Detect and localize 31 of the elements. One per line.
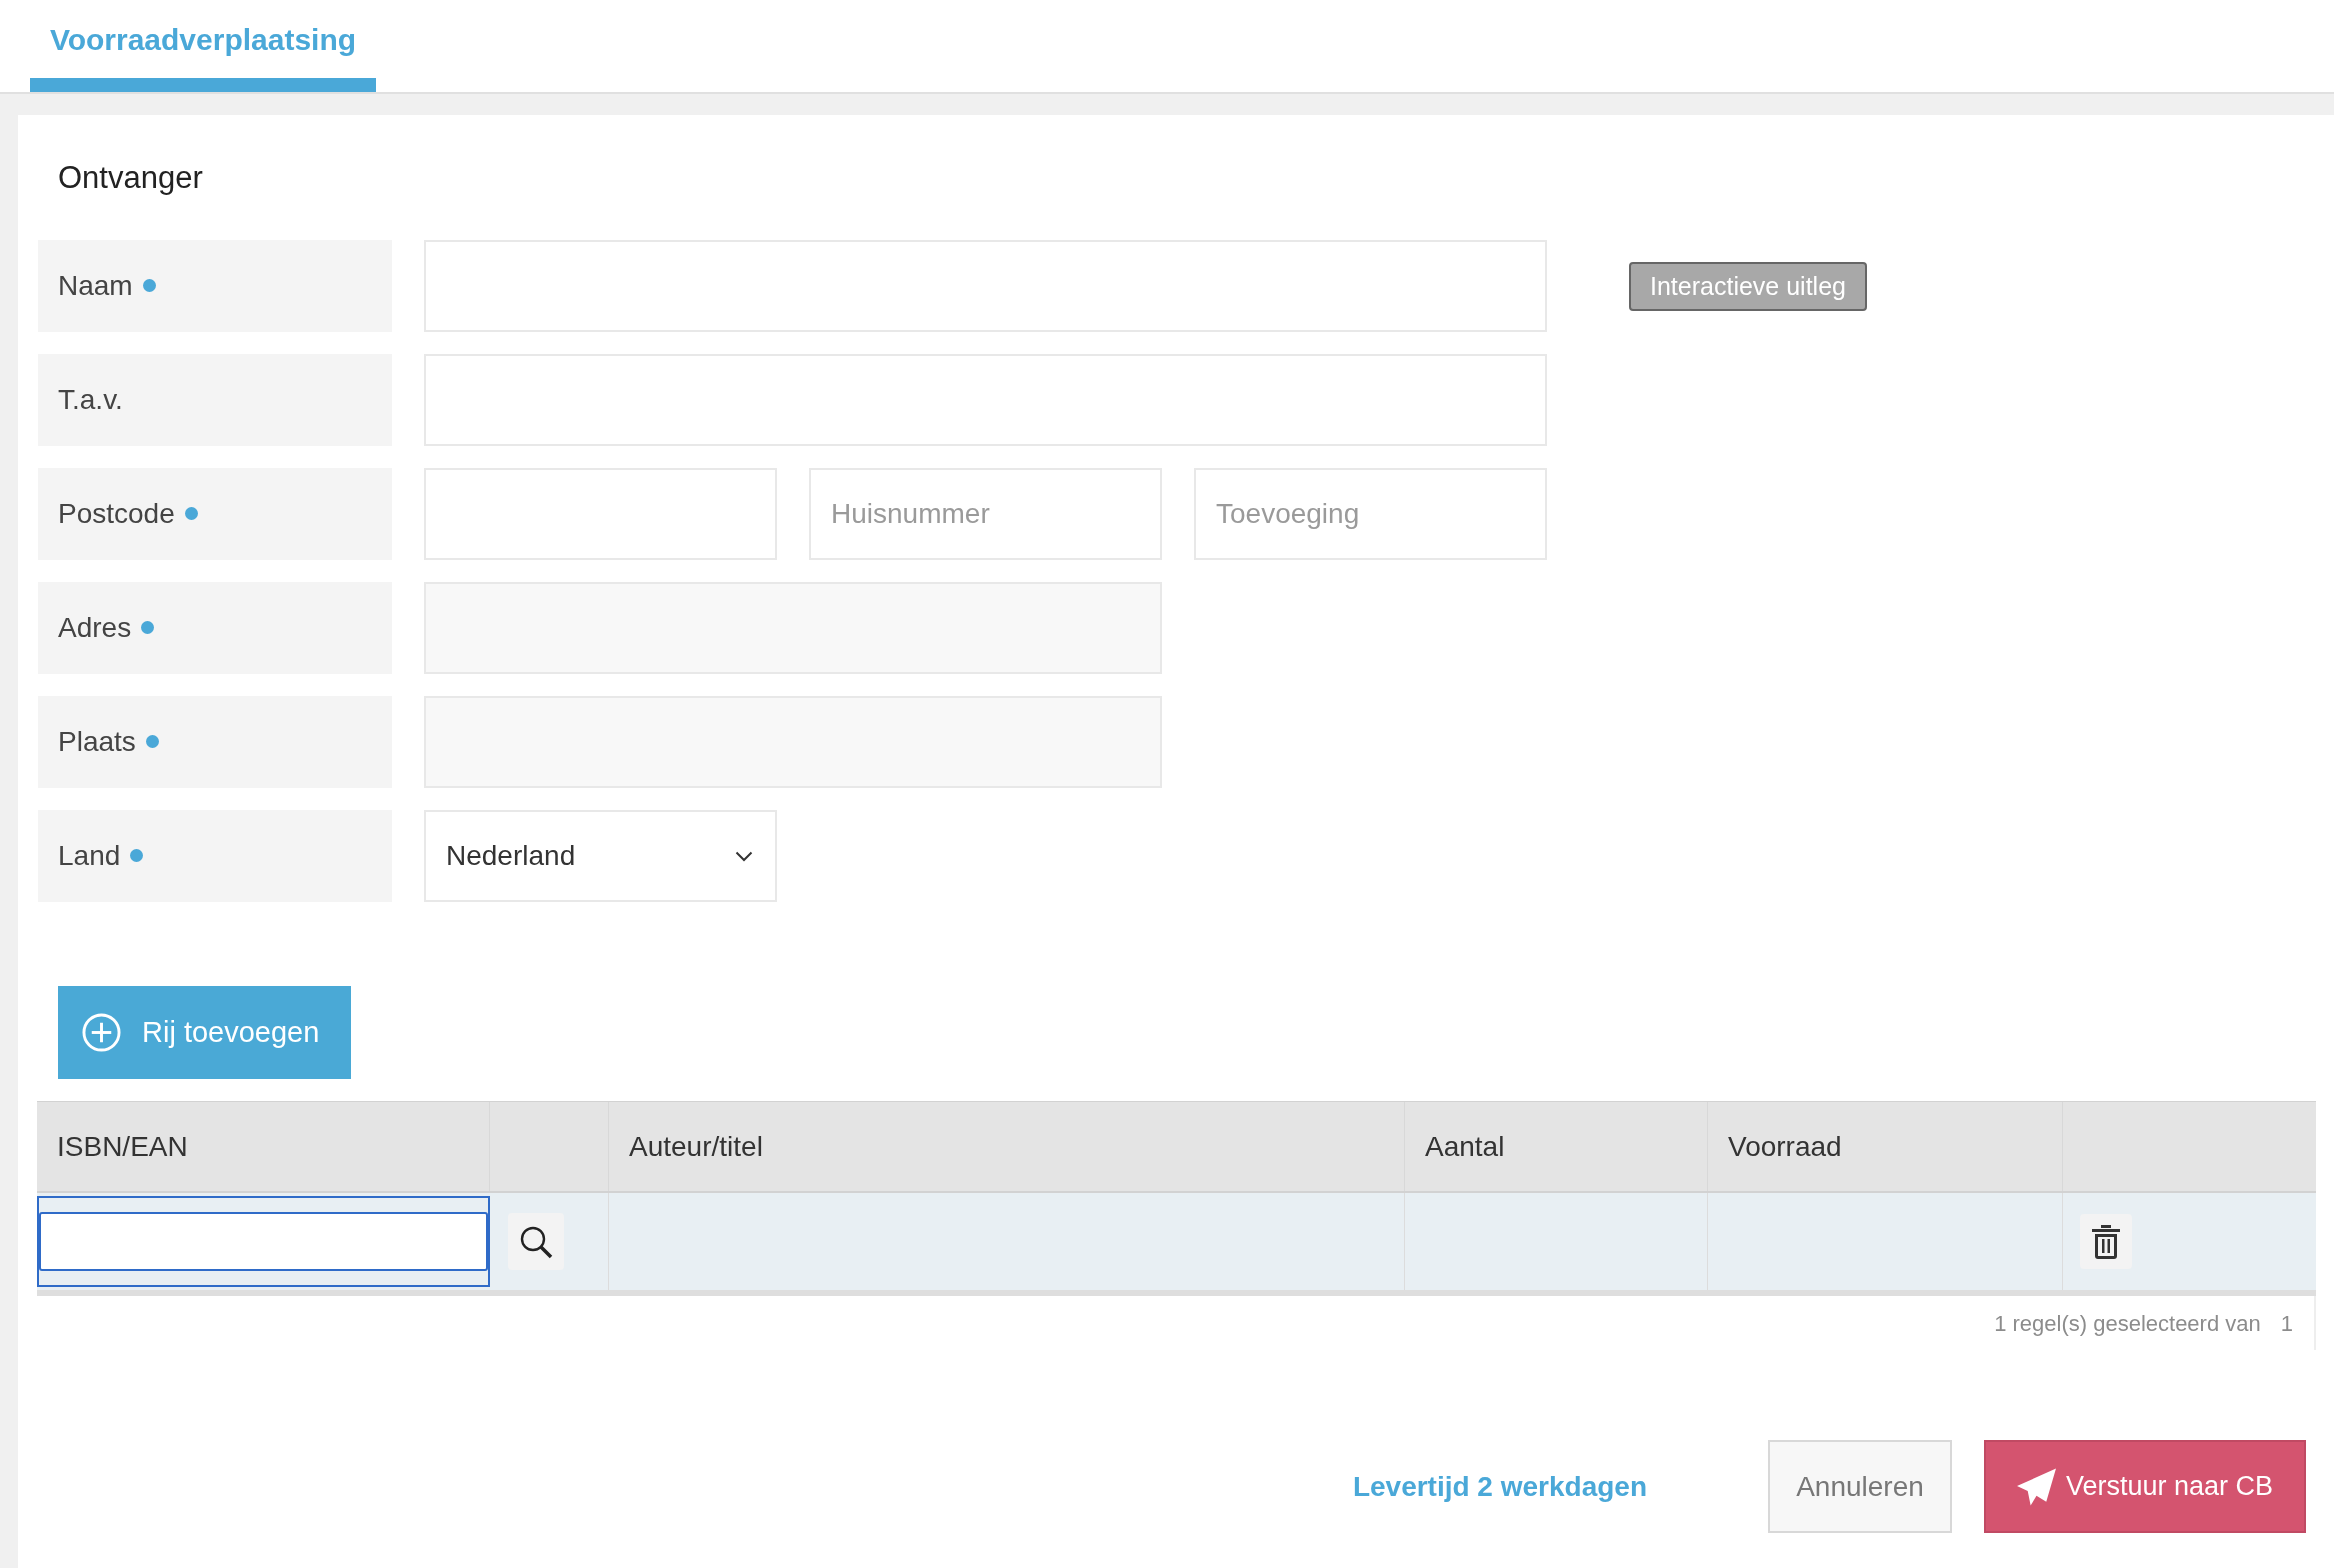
search-button[interactable]: [508, 1213, 564, 1270]
field-label: Plaats: [58, 725, 136, 759]
isbn-input[interactable]: [39, 1212, 488, 1271]
input-field[interactable]: Toevoeging: [1194, 468, 1547, 560]
column-header: Auteur/titel: [609, 1102, 1405, 1191]
help-button[interactable]: Interactieve uitleg: [1629, 262, 1867, 311]
delete-button[interactable]: [2080, 1214, 2132, 1269]
field-label: T.a.v.: [58, 383, 123, 417]
column-header: Aantal: [1405, 1102, 1708, 1191]
selection-summary: 1 regel(s) geselecteerd van: [1994, 1309, 2261, 1338]
column-header: Voorraad: [1708, 1102, 2063, 1191]
country-select[interactable]: Nederland: [424, 810, 777, 902]
plus-circle-icon: [82, 1013, 121, 1052]
table-row[interactable]: [37, 1193, 2316, 1296]
input-field[interactable]: Huisnummer: [809, 468, 1162, 560]
delivery-time-text: Levertijd 2 werkdagen: [1352, 1469, 1647, 1504]
paper-plane-icon: [2016, 1467, 2056, 1506]
cancel-button[interactable]: Annuleren: [1768, 1440, 1952, 1533]
field-label: Naam: [58, 269, 133, 303]
add-row-button[interactable]: Rij toevoegen: [58, 986, 351, 1079]
field-label: Adres: [58, 611, 132, 645]
tab[interactable]: Voorraadverplaatsing: [30, 0, 376, 92]
field-label: Postcode: [58, 497, 175, 531]
search-icon: [519, 1224, 553, 1259]
send-button[interactable]: Verstuur naar CB: [1984, 1440, 2306, 1533]
chevron-down-icon: [735, 850, 753, 862]
section-title: Ontvanger: [58, 160, 203, 196]
selection-count: 1: [2280, 1309, 2293, 1338]
column-header: ISBN/EAN: [37, 1102, 490, 1191]
field-label: Land: [58, 839, 121, 873]
trash-icon: [2092, 1224, 2120, 1259]
